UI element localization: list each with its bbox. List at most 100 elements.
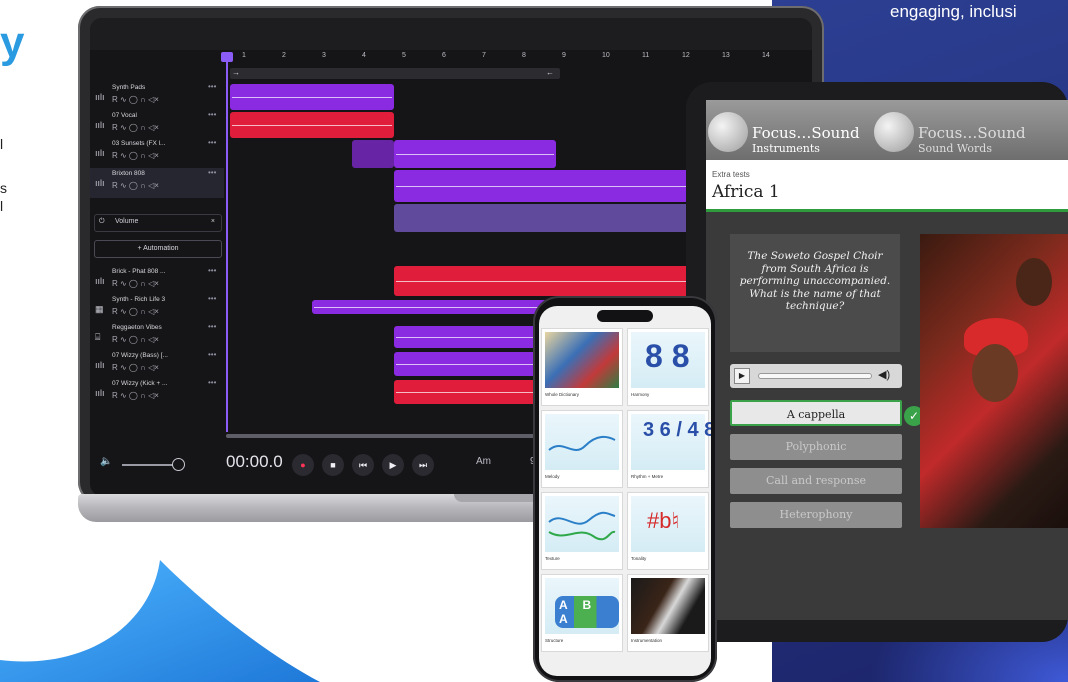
melody-icon: [545, 414, 619, 470]
ruler-tick: 3: [322, 52, 326, 59]
track-controls[interactable]: R ∿ ◯ ∩ ◁×: [112, 181, 159, 190]
more-icon[interactable]: •••: [208, 82, 216, 91]
scrollbar-thumb[interactable]: [226, 434, 546, 438]
track-name: Brick - Phat 808 ...: [112, 268, 166, 275]
tile-label: Melody: [545, 474, 560, 479]
ruler-tick: 8: [522, 52, 526, 59]
topic-tile[interactable]: Instrumentation: [627, 574, 709, 652]
more-icon[interactable]: •••: [208, 378, 216, 387]
track-controls[interactable]: R ∿ ◯ ∩ ◁×: [112, 307, 159, 316]
tile-glyph: #b♮: [647, 508, 680, 533]
timeline-ruler[interactable]: 1 2 3 4 5 6 7 8 9 10 11 12 13 14: [226, 52, 806, 66]
answer-option-correct[interactable]: A cappella: [730, 400, 902, 426]
track-controls[interactable]: R ∿ ◯ ∩ ◁×: [112, 279, 159, 288]
rewind-button[interactable]: ⏮: [352, 454, 374, 476]
section-kicker: Extra tests: [712, 170, 750, 179]
volume-automation-row[interactable]: ⏻ Volume ×: [94, 214, 222, 232]
tab-brand: Focus…Sound: [918, 124, 1026, 142]
track-controls[interactable]: R ∿ ◯ ∩ ◁×: [112, 151, 159, 160]
volume-label: Volume: [115, 218, 139, 225]
ruler-tick: 12: [682, 52, 690, 59]
power-icon[interactable]: ⏻: [99, 218, 105, 226]
tagline-fragment: engaging, inclusi: [890, 2, 1017, 21]
audio-clip[interactable]: [230, 84, 394, 110]
close-icon[interactable]: ×: [211, 218, 215, 225]
tab-instruments[interactable]: Focus…Sound Instruments: [708, 106, 868, 160]
track-header[interactable]: ıılı 07 Vocal ••• R ∿ ◯ ∩ ◁×: [90, 110, 224, 140]
track-name: Synth Pads: [112, 84, 146, 91]
track-header[interactable]: ⌸ Reggaeton Vibes ••• R ∿ ◯ ∩ ◁×: [90, 322, 224, 352]
topic-tile[interactable]: Melody: [541, 410, 623, 488]
play-button[interactable]: ▶: [734, 368, 750, 384]
question-text: The Soweto Gospel Choir from South Afric…: [730, 234, 900, 352]
tablet-device: Focus…Sound Instruments Focus…Sound Soun…: [686, 82, 1068, 642]
more-icon[interactable]: •••: [208, 168, 216, 177]
ruler-tick: 1: [242, 52, 246, 59]
speaker-icon[interactable]: 🔈: [100, 456, 112, 467]
topic-tile[interactable]: #b♮ Tonality: [627, 492, 709, 570]
track-header[interactable]: ıılı Brick - Phat 808 ... ••• R ∿ ◯ ∩ ◁×: [90, 266, 224, 296]
topics-screen: Whole Dictionary 8 8 Harmony Melody 3 6 …: [539, 306, 711, 676]
daw-topbar: [90, 18, 812, 50]
waveform-icon: ıılı: [95, 92, 105, 102]
more-icon[interactable]: •••: [208, 294, 216, 303]
audio-clip[interactable]: [394, 140, 556, 168]
choir-photo: [920, 234, 1068, 528]
track-header[interactable]: ıılı 03 Sunsets (FX l... ••• R ∿ ◯ ∩ ◁×: [90, 138, 224, 168]
forward-button[interactable]: ⏭: [412, 454, 434, 476]
track-controls[interactable]: R ∿ ◯ ∩ ◁×: [112, 391, 159, 400]
waveform-icon: ıılı: [95, 388, 105, 398]
topic-tile[interactable]: Texture: [541, 492, 623, 570]
body-text-fragment: s: [0, 180, 7, 196]
master-volume-knob[interactable]: [172, 458, 185, 471]
audio-clip[interactable]: [230, 112, 394, 138]
stop-button[interactable]: ■: [322, 454, 344, 476]
tab-label: Instruments: [752, 142, 820, 155]
more-icon[interactable]: •••: [208, 322, 216, 331]
add-automation-button[interactable]: + Automation: [94, 240, 222, 258]
more-icon[interactable]: •••: [208, 110, 216, 119]
phone-notch: [597, 310, 653, 322]
track-controls[interactable]: R ∿ ◯ ∩ ◁×: [112, 363, 159, 372]
audio-player: ▶ ◀): [730, 364, 902, 388]
topic-tile[interactable]: 8 8 Harmony: [627, 328, 709, 406]
track-controls[interactable]: R ∿ ◯ ∩ ◁×: [112, 123, 159, 132]
topic-tile[interactable]: 3 6 / 4 8 Rhythm + Metre: [627, 410, 711, 488]
track-controls[interactable]: R ∿ ◯ ∩ ◁×: [112, 95, 159, 104]
record-button[interactable]: ●: [292, 454, 314, 476]
track-header[interactable]: ıılı 07 Wizzy (Kick + ... ••• R ∿ ◯ ∩ ◁×: [90, 378, 224, 408]
time-display: 00:00.0: [226, 452, 283, 471]
track-controls[interactable]: R ∿ ◯ ∩ ◁×: [112, 335, 159, 344]
photo-figure: [972, 344, 1018, 402]
answer-option[interactable]: Heterophony: [730, 502, 902, 528]
ruler-tick: 9: [562, 52, 566, 59]
waveform-icon: ıılı: [95, 120, 105, 130]
track-header[interactable]: ▦ Synth - Rich Life 3 ••• R ∿ ◯ ∩ ◁×: [90, 294, 224, 324]
playhead-handle[interactable]: [221, 52, 233, 62]
answer-option[interactable]: Polyphonic: [730, 434, 902, 460]
app-header: Focus…Sound Instruments Focus…Sound Soun…: [706, 100, 1068, 160]
tile-label: Structure: [545, 638, 564, 643]
tab-sound-words[interactable]: Focus…Sound Sound Words: [874, 106, 1034, 160]
track-header[interactable]: ıılı 07 Wizzy (Bass) [... ••• R ∿ ◯ ∩ ◁×: [90, 350, 224, 380]
audio-clip-fade[interactable]: [352, 140, 394, 168]
more-icon[interactable]: •••: [208, 266, 216, 275]
key-display[interactable]: Am: [476, 456, 491, 467]
photo-figure: [1016, 258, 1052, 306]
more-icon[interactable]: •••: [208, 350, 216, 359]
loop-region[interactable]: → ←: [230, 68, 560, 79]
more-icon[interactable]: •••: [208, 138, 216, 147]
playhead[interactable]: [226, 52, 228, 432]
topic-tile[interactable]: A B A Structure: [541, 574, 623, 652]
play-button[interactable]: ▶: [382, 454, 404, 476]
track-header[interactable]: ıılı Synth Pads ••• R ∿ ◯ ∩ ◁×: [90, 82, 224, 112]
loop-end-arrow: ←: [546, 68, 554, 77]
waveform-icon: ıılı: [95, 360, 105, 370]
ruler-tick: 5: [402, 52, 406, 59]
volume-icon[interactable]: ◀): [878, 368, 890, 381]
audio-progress-bar[interactable]: [758, 373, 872, 379]
topic-tile[interactable]: Whole Dictionary: [541, 328, 623, 406]
answer-option[interactable]: Call and response: [730, 468, 902, 494]
loop-start-arrow: →: [232, 68, 240, 77]
track-header-selected[interactable]: ıılı Brixton 808 ••• R ∿ ◯ ∩ ◁×: [90, 168, 224, 198]
